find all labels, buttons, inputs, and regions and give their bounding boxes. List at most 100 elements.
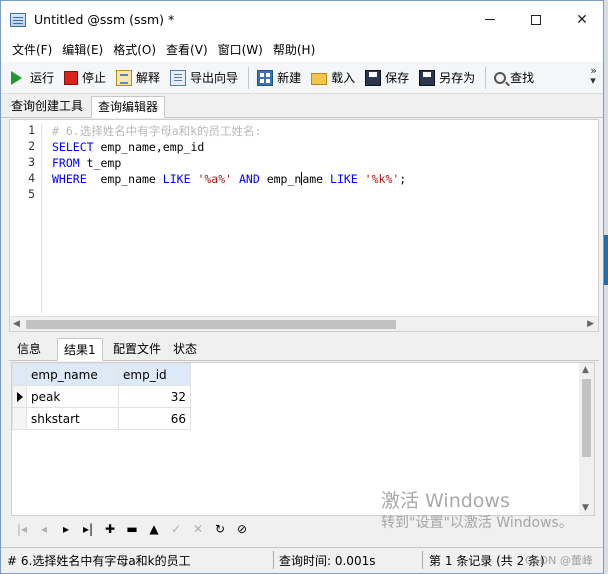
menu-window[interactable]: 窗口(W)	[213, 39, 268, 61]
grid-vertical-scrollbar[interactable]: ▲ ▼	[579, 363, 594, 515]
menu-bar: 文件(F) 编辑(E) 格式(O) 查看(V) 窗口(W) 帮助(H)	[1, 38, 603, 62]
sql-keyword: AND	[239, 172, 260, 186]
menu-file[interactable]: 文件(F)	[7, 39, 57, 61]
explain-icon	[116, 69, 133, 86]
menu-view[interactable]: 查看(V)	[161, 39, 213, 61]
table-row[interactable]: shkstart 66	[12, 407, 191, 430]
menu-help[interactable]: 帮助(H)	[268, 39, 320, 61]
minimize-icon	[485, 19, 495, 20]
table-cell[interactable]: 32	[118, 385, 191, 408]
table-header-row: emp_name emp_id	[12, 363, 191, 386]
last-record-button[interactable]: ▸|	[77, 519, 99, 539]
result-table: emp_name emp_id peak 32 shkstart 66	[12, 363, 191, 430]
next-record-button[interactable]: ▸	[55, 519, 77, 539]
sql-editor[interactable]: 1 2 3 4 5 # 6.选择姓名中有字母a和k的员工姓名: SELECT e…	[9, 119, 599, 332]
line-number: 1	[28, 123, 35, 137]
refresh-button[interactable]: ↻	[209, 519, 231, 539]
last-record-icon: ▸|	[82, 522, 94, 536]
save-button[interactable]: 保存	[361, 65, 413, 91]
line-number: 2	[28, 139, 35, 153]
export-wizard-button[interactable]: 导出向导	[166, 65, 242, 91]
line-number: 5	[28, 187, 35, 201]
scroll-down-icon[interactable]: ▼	[582, 503, 589, 513]
status-query-time: 查询时间: 0.001s	[279, 554, 376, 568]
scroll-up-icon[interactable]: ▲	[582, 365, 589, 375]
previous-icon: ◂	[40, 522, 48, 536]
scrollbar-thumb[interactable]	[582, 379, 591, 457]
previous-record-button[interactable]: ◂	[33, 519, 55, 539]
status-query-text: # 6.选择姓名中有字母a和k的员工	[7, 554, 191, 568]
cancel-edit-button[interactable]: ✕	[187, 519, 209, 539]
stop-button[interactable]: 停止	[60, 65, 110, 91]
table-row[interactable]: peak 32	[12, 385, 191, 408]
row-indicator-header	[12, 363, 27, 386]
maximize-icon	[531, 14, 541, 25]
load-button[interactable]: 载入	[307, 65, 359, 91]
tab-profile[interactable]: 配置文件	[107, 338, 167, 361]
tab-result-1[interactable]: 结果1	[57, 338, 103, 361]
row-indicator	[12, 385, 27, 408]
minimize-button[interactable]	[467, 1, 513, 38]
column-header-emp-name[interactable]: emp_name	[26, 363, 119, 386]
new-button[interactable]: 新建	[253, 65, 305, 91]
close-icon: ✕	[576, 11, 588, 28]
table-cell[interactable]: shkstart	[26, 407, 119, 430]
toolbar-overflow-button[interactable]: » ▾	[590, 65, 597, 86]
cross-icon: ✕	[192, 522, 204, 536]
sql-text: emp_n	[259, 172, 302, 186]
find-label: 查找	[510, 71, 535, 85]
find-button[interactable]: 查找	[490, 65, 538, 91]
sql-text: ame	[302, 172, 331, 186]
run-label: 运行	[30, 71, 55, 85]
add-record-button[interactable]: ✚	[99, 519, 121, 539]
code-line-4: WHERE emp_name LIKE '%a%' AND emp_name L…	[52, 171, 406, 187]
line-number: 4	[28, 171, 35, 185]
sql-keyword: LIKE	[162, 172, 191, 186]
toolbar-separator	[248, 66, 250, 89]
explain-button[interactable]: 解释	[112, 65, 164, 91]
current-row-icon	[17, 391, 23, 402]
next-icon: ▸	[62, 522, 70, 536]
activate-windows-watermark: 激活 Windows 转到"设置"以激活 Windows。	[381, 489, 573, 533]
tab-query-editor[interactable]: 查询编辑器	[91, 96, 166, 118]
tab-status[interactable]: 状态	[167, 338, 203, 361]
first-record-icon: |◂	[16, 522, 28, 536]
new-query-icon	[257, 69, 274, 86]
save-label: 保存	[385, 71, 410, 85]
table-cell[interactable]: 66	[118, 407, 191, 430]
status-bar: # 6.选择姓名中有字母a和k的员工 查询时间: 0.001s 第 1 条记录 …	[1, 547, 603, 573]
sql-keyword: SELECT	[52, 140, 94, 154]
delete-record-button[interactable]: ▬	[121, 519, 143, 539]
editor-tab-bar: 查询创建工具 查询编辑器	[1, 94, 603, 118]
scroll-right-icon[interactable]: ▶	[587, 319, 594, 329]
first-record-button[interactable]: |◂	[11, 519, 33, 539]
stop-refresh-button[interactable]: ⊘	[231, 519, 253, 539]
code-line-3: FROM t_emp	[52, 155, 121, 171]
close-button[interactable]: ✕	[559, 1, 603, 38]
run-button[interactable]: 运行	[7, 65, 58, 91]
background-edge	[604, 0, 608, 574]
app-icon	[10, 13, 26, 27]
maximize-button[interactable]	[513, 1, 559, 38]
menu-format[interactable]: 格式(O)	[108, 39, 161, 61]
tab-info[interactable]: 信息	[11, 338, 47, 361]
new-label: 新建	[277, 71, 302, 85]
scroll-left-icon[interactable]: ◀	[13, 319, 20, 329]
status-separator	[422, 551, 423, 569]
menu-edit[interactable]: 编辑(E)	[57, 39, 108, 61]
sql-string: '%k%'	[364, 172, 400, 186]
tab-query-builder[interactable]: 查询创建工具	[5, 96, 89, 118]
window-title: Untitled @ssm (ssm) *	[34, 12, 175, 27]
toolbar-separator	[485, 66, 487, 89]
editor-horizontal-scrollbar[interactable]: ◀ ▶	[10, 316, 598, 331]
apply-button[interactable]: ▲	[143, 519, 165, 539]
confirm-button[interactable]: ✓	[165, 519, 187, 539]
toolbar: 运行 停止 解释 导出向导 新建 载入 保存 另存为 查找 » ▾	[1, 62, 603, 94]
save-as-button[interactable]: 另存为	[415, 65, 479, 91]
watermark-subtitle: 转到"设置"以激活 Windows。	[381, 515, 573, 531]
table-cell[interactable]: peak	[26, 385, 119, 408]
column-header-emp-id[interactable]: emp_id	[118, 363, 191, 386]
scrollbar-thumb[interactable]	[26, 320, 396, 329]
sql-text: t_emp	[79, 156, 122, 170]
row-indicator	[12, 407, 27, 430]
